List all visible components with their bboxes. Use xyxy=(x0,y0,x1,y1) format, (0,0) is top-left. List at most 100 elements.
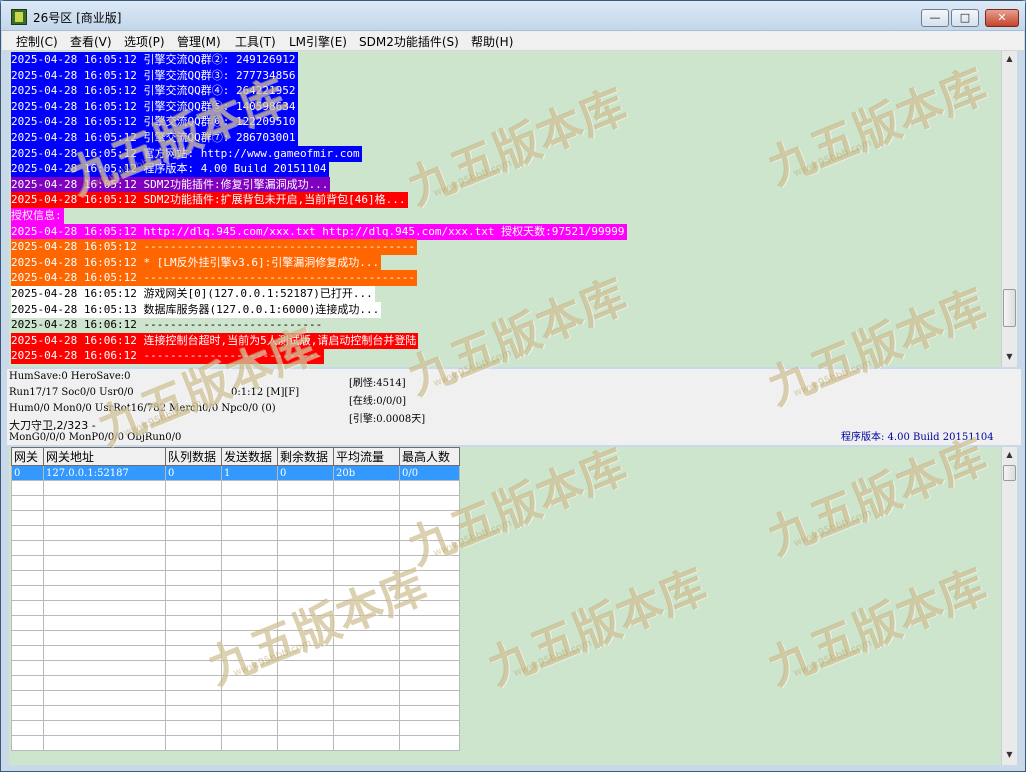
table-cell xyxy=(43,630,166,646)
table-cell xyxy=(165,570,222,586)
scroll-down-icon[interactable]: ▼ xyxy=(1002,349,1017,365)
table-cell xyxy=(399,480,460,496)
table-cell xyxy=(277,600,334,616)
menu-tools[interactable]: 工具(T) xyxy=(235,33,276,50)
table-cell: 0 xyxy=(165,465,222,481)
minimize-button[interactable]: — xyxy=(921,9,949,27)
table-cell xyxy=(11,675,44,691)
close-button[interactable]: ✕ xyxy=(985,9,1019,27)
log-line: 2025-04-28 16:05:12 程序版本: 4.00 Build 201… xyxy=(11,161,329,178)
menu-view[interactable]: 查看(V) xyxy=(70,33,112,50)
table-cell xyxy=(333,645,400,661)
table-row[interactable] xyxy=(11,735,460,751)
table-cell xyxy=(333,525,400,541)
table-row[interactable] xyxy=(11,615,460,631)
table-cell xyxy=(277,480,334,496)
table-row[interactable] xyxy=(11,600,460,616)
column-header[interactable]: 网关 xyxy=(11,447,44,466)
table-cell xyxy=(165,585,222,601)
table-row[interactable] xyxy=(11,570,460,586)
scroll-down-icon[interactable]: ▼ xyxy=(1002,747,1017,763)
scroll-up-icon[interactable]: ▲ xyxy=(1002,447,1017,463)
table-row[interactable] xyxy=(11,690,460,706)
table-cell xyxy=(333,570,400,586)
column-header[interactable]: 平均流量 xyxy=(333,447,400,466)
table-cell xyxy=(11,480,44,496)
menu-options[interactable]: 选项(P) xyxy=(124,33,165,50)
log-line: 2025-04-28 16:06:12 连接控制台超时,当前为5人测试版,请启动… xyxy=(11,332,419,349)
gateway-panel: 网关 网关地址 队列数据 发送数据 剩余数据 平均流量 最高人数 0 127.0.0.1:521… xyxy=(9,447,1001,765)
table-cell xyxy=(221,660,278,676)
table-cell xyxy=(165,600,222,616)
table-row[interactable] xyxy=(11,675,460,691)
scroll-thumb[interactable] xyxy=(1003,465,1016,481)
status-version: 程序版本: 4.00 Build 20151104 xyxy=(841,432,994,443)
scroll-thumb[interactable] xyxy=(1003,289,1016,327)
table-cell xyxy=(165,525,222,541)
table-cell xyxy=(43,690,166,706)
table-row[interactable] xyxy=(11,495,460,511)
table-cell xyxy=(11,585,44,601)
table-row[interactable]: 0 127.0.0.1:52187 0 1 0 20b 0/0 xyxy=(11,465,460,481)
table-row[interactable] xyxy=(11,645,460,661)
column-header[interactable]: 队列数据 xyxy=(165,447,222,466)
table-cell xyxy=(11,555,44,571)
table-cell xyxy=(43,645,166,661)
log-line: 2025-04-28 16:05:12 引擎交流QQ群⑥: 122209510 xyxy=(11,114,298,131)
column-header[interactable]: 最高人数 xyxy=(399,447,460,466)
menu-lm-engine[interactable]: LM引擎(E) xyxy=(289,33,347,50)
table-cell: 1 xyxy=(221,465,278,481)
table-cell xyxy=(221,525,278,541)
table-cell xyxy=(165,510,222,526)
table-cell xyxy=(333,630,400,646)
table-row[interactable] xyxy=(11,630,460,646)
title-bar[interactable]: 26号区 [商业版] — □ ✕ xyxy=(1,1,1025,31)
table-cell xyxy=(277,705,334,721)
table-cell xyxy=(221,480,278,496)
table-cell xyxy=(333,510,400,526)
table-row[interactable] xyxy=(11,540,460,556)
log-panel[interactable]: 2025-04-28 16:05:12 引擎交流QQ群②: 249126912 2… xyxy=(9,51,1001,367)
table-cell xyxy=(43,720,166,736)
table-cell xyxy=(277,690,334,706)
table-row[interactable] xyxy=(11,480,460,496)
table-row[interactable] xyxy=(11,525,460,541)
table-cell xyxy=(43,510,166,526)
table-row[interactable] xyxy=(11,555,460,571)
table-row[interactable] xyxy=(11,510,460,526)
window-title: 26号区 [商业版] xyxy=(33,11,122,25)
table-cell xyxy=(333,495,400,511)
log-line: 2025-04-28 16:05:12 引擎交流QQ群④: 264221952 xyxy=(11,83,298,100)
table-cell xyxy=(165,735,222,751)
table-cell xyxy=(277,720,334,736)
menu-manage[interactable]: 管理(M) xyxy=(177,33,221,50)
table-row[interactable] xyxy=(11,720,460,736)
menu-sdm2-plugin[interactable]: SDM2功能插件(S) xyxy=(359,33,459,50)
scroll-up-icon[interactable]: ▲ xyxy=(1002,51,1017,67)
table-cell xyxy=(43,555,166,571)
table-cell xyxy=(11,510,44,526)
column-header[interactable]: 发送数据 xyxy=(221,447,278,466)
maximize-button[interactable]: □ xyxy=(951,9,979,27)
menu-help[interactable]: 帮助(H) xyxy=(471,33,513,50)
table-cell xyxy=(399,735,460,751)
menu-control[interactable]: 控制(C) xyxy=(16,33,58,50)
table-cell xyxy=(43,480,166,496)
gateway-table[interactable]: 网关 网关地址 队列数据 发送数据 剩余数据 平均流量 最高人数 0 127.0.0.1:521… xyxy=(11,447,460,751)
table-cell xyxy=(277,555,334,571)
table-cell xyxy=(165,630,222,646)
menu-bar: 控制(C) 查看(V) 选项(P) 管理(M) 工具(T) LM引擎(E) SD… xyxy=(2,31,1024,51)
column-header[interactable]: 剩余数据 xyxy=(277,447,334,466)
table-row[interactable] xyxy=(11,705,460,721)
table-row[interactable] xyxy=(11,585,460,601)
log-scrollbar[interactable]: ▲ ▼ xyxy=(1001,51,1017,367)
log-line: 2025-04-28 16:05:12 官方网站: http://www.gam… xyxy=(11,145,362,162)
table-cell xyxy=(11,570,44,586)
table-cell xyxy=(333,540,400,556)
gateway-scrollbar[interactable]: ▲ ▼ xyxy=(1001,447,1017,765)
table-cell: 0 xyxy=(277,465,334,481)
table-cell xyxy=(221,495,278,511)
column-header[interactable]: 网关地址 xyxy=(43,447,166,466)
table-cell xyxy=(399,645,460,661)
table-row[interactable] xyxy=(11,660,460,676)
